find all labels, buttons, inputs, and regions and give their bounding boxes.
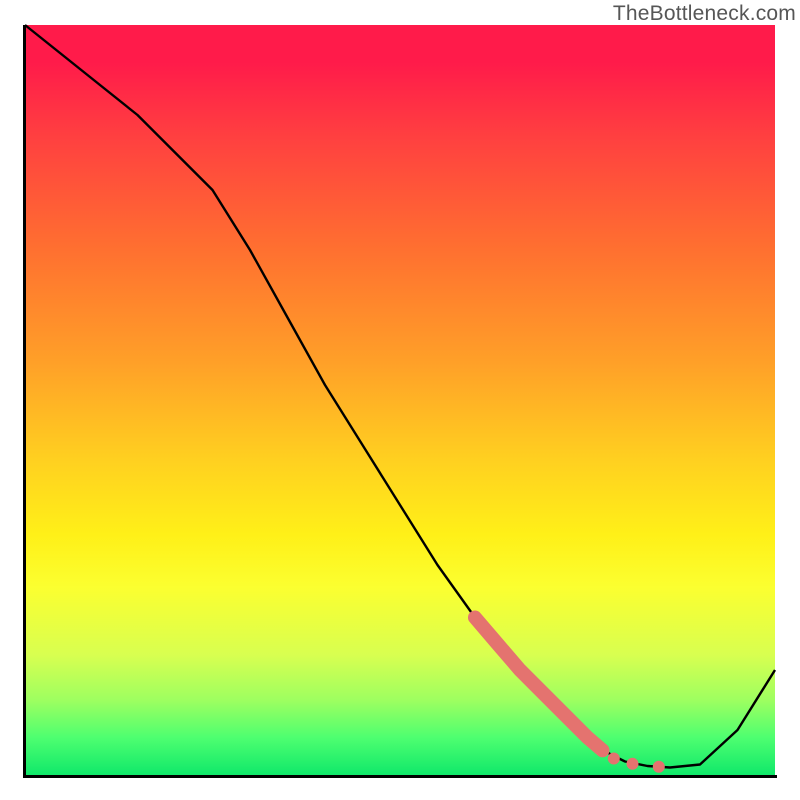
chart-container: TheBottleneck.com	[0, 0, 800, 800]
x-axis	[23, 775, 777, 778]
bottleneck-curve	[25, 25, 775, 768]
y-axis	[23, 25, 26, 777]
chart-overlay	[25, 25, 775, 775]
bottleneck-dot-group	[608, 753, 665, 773]
watermark-text: TheBottleneck.com	[613, 2, 796, 26]
bottleneck-dot	[608, 753, 620, 765]
bottleneck-highlight-segment	[475, 618, 603, 751]
bottleneck-dot	[653, 761, 665, 773]
bottleneck-dot	[627, 758, 639, 770]
